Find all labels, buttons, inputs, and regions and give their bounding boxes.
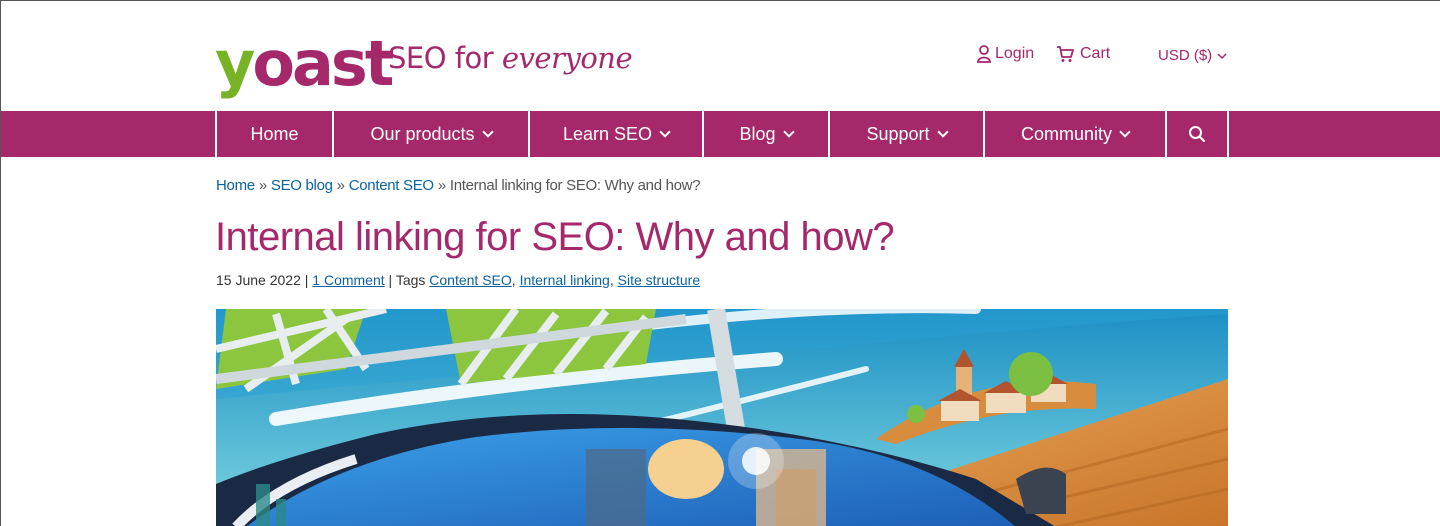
chevron-down-icon (1119, 125, 1131, 138)
tags-label: Tags (395, 272, 426, 288)
login-link[interactable]: Login (977, 45, 1034, 63)
site-header: yoast SEO for everyone Login Cart USD ($… (1, 1, 1440, 111)
nav-item-home[interactable]: Home (217, 111, 334, 157)
tag-link-internal-linking[interactable]: Internal linking (520, 272, 610, 288)
cart-label: Cart (1080, 45, 1111, 62)
currency-select[interactable]: USD ($) (1158, 47, 1232, 64)
yoast-logo[interactable]: yoast (215, 19, 394, 100)
breadcrumb-home[interactable]: Home (216, 177, 255, 194)
article-meta: 15 June 2022 | 1 Comment | Tags Content … (216, 272, 701, 288)
breadcrumb: Home» SEO blog» Content SEO» Internal linki… (216, 177, 701, 194)
page-title: Internal linking for SEO: Why and how? (215, 215, 895, 259)
post-date: 15 June 2022 (216, 272, 301, 288)
nav-item-blog[interactable]: Blog (704, 111, 830, 157)
breadcrumb-seo-blog[interactable]: SEO blog (271, 177, 333, 194)
nav-item-community[interactable]: Community (985, 111, 1167, 157)
nav-label: Support (866, 123, 930, 144)
nav-item-support[interactable]: Support (830, 111, 985, 157)
search-icon (1189, 126, 1206, 143)
chevron-down-icon (936, 125, 949, 138)
tag-link-content-seo[interactable]: Content SEO (429, 272, 512, 288)
nav-label: Blog (739, 123, 776, 144)
nav-menu: Home Our products Learn SEO Blog Support… (215, 111, 1229, 157)
chevron-down-icon (659, 125, 671, 138)
main-nav: Home Our products Learn SEO Blog Support… (1, 111, 1440, 157)
hero-image (216, 309, 1228, 526)
chevron-down-icon (1217, 52, 1227, 59)
cart-link[interactable]: Cart (1056, 45, 1110, 63)
tag-link-site-structure[interactable]: Site structure (618, 272, 700, 288)
breadcrumb-content-seo[interactable]: Content SEO (349, 177, 434, 194)
user-icon (977, 45, 991, 63)
breadcrumb-separator: » (437, 177, 446, 194)
hero-illustration (216, 309, 1228, 526)
currency-label: USD ($) (1158, 47, 1213, 64)
comments-link[interactable]: 1 Comment (312, 272, 384, 288)
nav-item-learn-seo[interactable]: Learn SEO (530, 111, 704, 157)
chevron-down-icon (481, 125, 494, 138)
nav-label: Learn SEO (562, 123, 653, 144)
search-button[interactable] (1167, 111, 1229, 157)
logo-wordmark: yoast (215, 27, 394, 100)
nav-item-our-products[interactable]: Our products (334, 111, 530, 157)
cart-icon (1057, 46, 1074, 62)
login-label: Login (995, 45, 1035, 62)
breadcrumb-current: Internal linking for SEO: Why and how? (449, 177, 701, 194)
breadcrumb-separator: » (336, 177, 345, 194)
nav-label: Our products (370, 123, 475, 144)
nav-label: Community (1020, 123, 1113, 144)
nav-label: Home (250, 123, 299, 144)
chevron-down-icon (782, 125, 795, 138)
breadcrumb-separator: » (258, 177, 267, 194)
logo-tagline: SEO for everyone (388, 41, 633, 75)
